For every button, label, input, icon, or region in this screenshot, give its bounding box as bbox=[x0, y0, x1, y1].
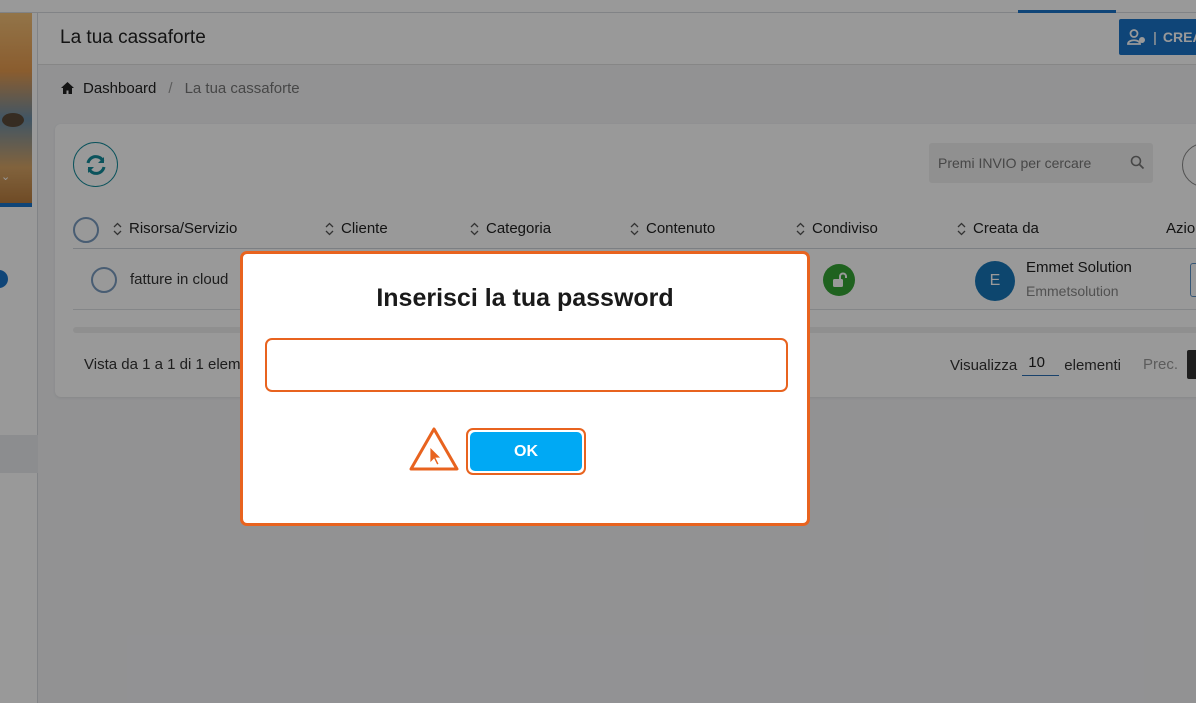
dialog-title: Inserisci la tua password bbox=[376, 284, 674, 312]
ok-button[interactable]: OK bbox=[466, 428, 586, 475]
warning-icon bbox=[409, 427, 459, 471]
ok-button-label: OK bbox=[470, 432, 582, 471]
password-dialog: Inserisci la tua password OK bbox=[240, 251, 810, 526]
password-input[interactable] bbox=[265, 338, 788, 392]
